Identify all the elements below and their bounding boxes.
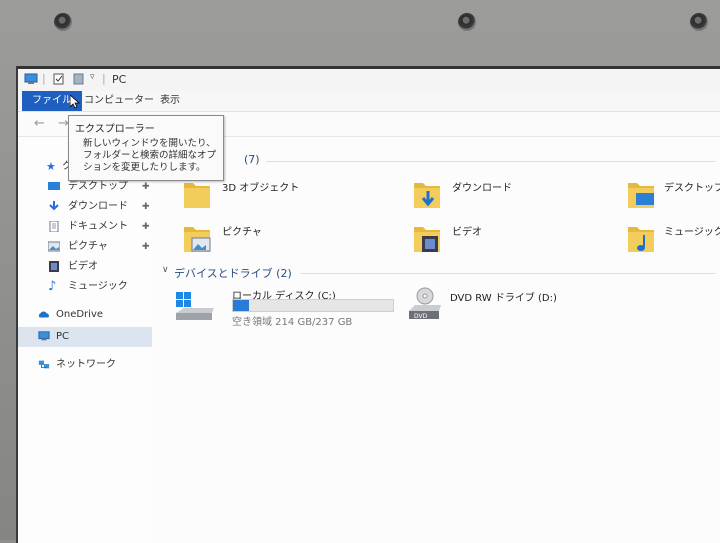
windows-drive-icon xyxy=(176,292,214,320)
document-icon xyxy=(49,221,59,232)
sidebar-item-videos[interactable]: ビデオ xyxy=(18,257,152,277)
mouse-cursor-icon xyxy=(70,95,80,109)
pin-icon: ✚ xyxy=(142,242,150,252)
folder-pictures[interactable]: ピクチャ xyxy=(182,221,382,261)
tab-view[interactable]: 表示 xyxy=(150,91,190,111)
window-title: PC xyxy=(112,73,127,86)
network-icon xyxy=(38,360,50,369)
new-folder-icon[interactable] xyxy=(72,73,86,85)
desktop-folder-icon xyxy=(628,183,654,208)
music-folder-icon xyxy=(628,227,654,252)
pin-icon: ✚ xyxy=(142,202,150,212)
sidebar-item-pictures[interactable]: ピクチャ ✚ xyxy=(18,237,152,257)
explorer-window: | ▿ | PC ファイル コンピューター 表示 ← → ★ ク デスクトップ … xyxy=(16,66,720,543)
screw-left xyxy=(54,13,72,31)
sidebar-item-music[interactable]: ♪ ミュージック xyxy=(18,277,152,297)
drive-c-usage-bar xyxy=(232,299,394,312)
desktop-icon xyxy=(48,182,60,190)
onedrive-icon xyxy=(38,311,49,318)
quick-access-toolbar-dropdown[interactable]: ▿ xyxy=(90,72,95,82)
svg-text:DVD: DVD xyxy=(414,313,428,320)
sidebar-item-onedrive[interactable]: OneDrive xyxy=(18,305,152,325)
downloads-folder-icon xyxy=(414,183,440,208)
dvd-drive-icon: DVD xyxy=(409,287,441,320)
devices-group-divider xyxy=(300,273,716,274)
properties-icon[interactable] xyxy=(52,73,66,85)
screw-middle xyxy=(458,13,476,31)
file-tab-tooltip: エクスプローラー 新しいウィンドウを開いたり、フォルダーと検索の詳細なオプション… xyxy=(68,115,224,181)
pictures-folder-icon xyxy=(184,227,211,252)
pin-icon: ✚ xyxy=(142,222,150,232)
folder-desktop[interactable]: デスクトップ xyxy=(626,177,720,217)
screw-right xyxy=(690,13,708,31)
drive-c-usage-fill xyxy=(233,300,249,311)
sidebar-item-network[interactable]: ネットワーク xyxy=(18,355,152,375)
folder-videos[interactable]: ビデオ xyxy=(412,221,612,261)
folders-group-header[interactable]: (7) xyxy=(244,153,260,166)
pc-icon xyxy=(38,331,50,341)
star-icon: ★ xyxy=(46,160,56,173)
sidebar-item-downloads[interactable]: ダウンロード ✚ xyxy=(18,197,152,217)
sidebar-item-pc[interactable]: PC xyxy=(18,327,152,347)
video-icon xyxy=(49,261,59,272)
navigation-pane: ★ ク デスクトップ ✚ ダウンロード ✚ ドキュメント ✚ ピクチャ ✚ ビデ… xyxy=(18,137,152,543)
drive-dvd-d[interactable]: DVD DVD RW ドライブ (D:) xyxy=(408,287,608,327)
title-bar: | ▿ | PC xyxy=(18,69,720,91)
content-pane: (7) 3D オブジェクト ダウンロード デスクトップ ピクチャ ビデオ ミュー… xyxy=(154,137,720,543)
sidebar-item-documents[interactable]: ドキュメント ✚ xyxy=(18,217,152,237)
music-icon: ♪ xyxy=(48,279,57,294)
devices-group-header[interactable]: デバイスとドライブ (2) xyxy=(174,265,292,281)
folder-music[interactable]: ミュージック xyxy=(626,221,720,261)
ribbon-tabs: ファイル コンピューター 表示 xyxy=(18,91,720,112)
drive-local-c[interactable]: ローカル ディスク (C:) 空き領域 214 GB/237 GB xyxy=(174,287,394,328)
folder-downloads[interactable]: ダウンロード xyxy=(412,177,612,217)
folders-group-divider xyxy=(266,161,716,162)
videos-folder-icon xyxy=(414,227,440,252)
pc-window-icon xyxy=(24,73,38,84)
3d-objects-folder-icon xyxy=(184,183,210,208)
folder-3d-objects[interactable]: 3D オブジェクト xyxy=(182,177,382,217)
back-arrow-icon[interactable]: ← xyxy=(34,116,45,131)
download-icon xyxy=(49,201,59,211)
picture-icon xyxy=(48,241,60,252)
chevron-down-icon[interactable]: ∨ xyxy=(162,265,169,275)
